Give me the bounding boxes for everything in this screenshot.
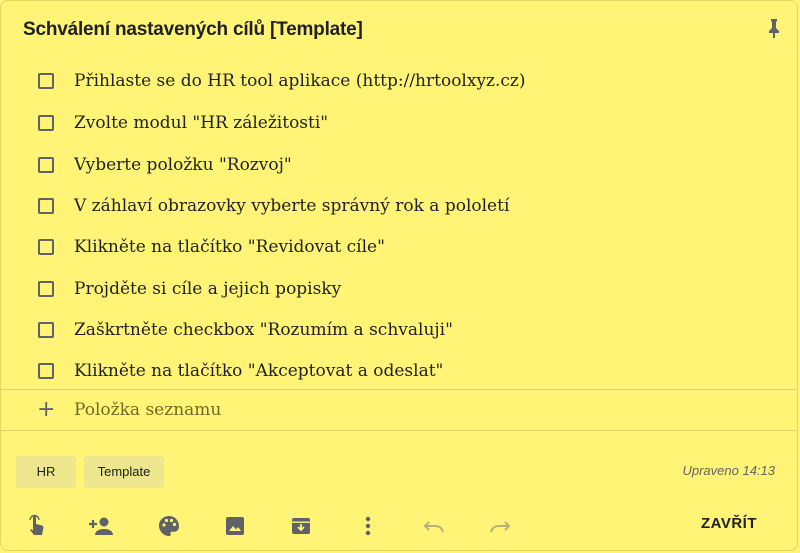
add-list-item-input[interactable]: Položka seznamu: [74, 400, 221, 420]
list-item[interactable]: V záhlaví obrazovky vyberte správný rok …: [1, 186, 797, 226]
list-item[interactable]: Zaškrtněte checkbox "Rozumím a schvaluji…: [1, 310, 797, 350]
list-item[interactable]: Vyberte položku "Rozvoj": [1, 145, 797, 185]
image-icon[interactable]: [221, 512, 249, 540]
more-icon[interactable]: [354, 512, 382, 540]
note-editor: Schválení nastavených cílů [Template] Př…: [0, 0, 798, 551]
checkbox[interactable]: [38, 115, 54, 131]
redo-icon[interactable]: [486, 512, 514, 540]
note-toolbar: ZAVŘÍT: [1, 506, 797, 546]
collaborator-icon[interactable]: [88, 512, 116, 540]
remind-me-icon[interactable]: [22, 512, 50, 540]
list-item[interactable]: Klikněte na tlačítko "Revidovat cíle": [1, 227, 797, 267]
checkbox[interactable]: [38, 198, 54, 214]
list-item-label[interactable]: Vyberte položku "Rozvoj": [74, 155, 292, 175]
note-title[interactable]: Schválení nastavených cílů [Template]: [23, 19, 363, 41]
list-item-label[interactable]: V záhlaví obrazovky vyberte správný rok …: [74, 196, 509, 216]
list-item-label[interactable]: Přihlaste se do HR tool aplikace (http:/…: [74, 71, 526, 91]
list-item[interactable]: Projděte si cíle a jejich popisky: [1, 269, 797, 309]
add-list-item-row[interactable]: + Položka seznamu: [1, 391, 797, 429]
label-chip-hr[interactable]: HR: [16, 456, 76, 488]
palette-icon[interactable]: [155, 512, 183, 540]
undo-icon[interactable]: [420, 512, 448, 540]
pin-icon[interactable]: [765, 17, 783, 39]
close-button[interactable]: ZAVŘÍT: [701, 515, 757, 532]
label-chip-template[interactable]: Template: [84, 456, 164, 488]
edited-timestamp: Upraveno 14:13: [682, 463, 775, 478]
divider: [1, 430, 797, 431]
checkbox[interactable]: [38, 239, 54, 255]
list-item-label[interactable]: Klikněte na tlačítko "Akceptovat a odesl…: [74, 361, 443, 381]
divider: [1, 389, 797, 390]
plus-icon[interactable]: +: [37, 397, 55, 422]
checkbox[interactable]: [38, 157, 54, 173]
checkbox[interactable]: [38, 322, 54, 338]
archive-icon[interactable]: [287, 512, 315, 540]
list-item[interactable]: Klikněte na tlačítko "Akceptovat a odesl…: [1, 351, 797, 391]
list-item[interactable]: Přihlaste se do HR tool aplikace (http:/…: [1, 61, 797, 101]
list-item-label[interactable]: Zaškrtněte checkbox "Rozumím a schvaluji…: [74, 320, 453, 340]
list-item-label[interactable]: Projděte si cíle a jejich popisky: [74, 279, 341, 299]
checkbox[interactable]: [38, 73, 54, 89]
list-item[interactable]: Zvolte modul "HR záležitosti": [1, 103, 797, 143]
list-item-label[interactable]: Klikněte na tlačítko "Revidovat cíle": [74, 237, 385, 257]
list-item-label[interactable]: Zvolte modul "HR záležitosti": [74, 113, 328, 133]
checkbox[interactable]: [38, 363, 54, 379]
checkbox[interactable]: [38, 281, 54, 297]
